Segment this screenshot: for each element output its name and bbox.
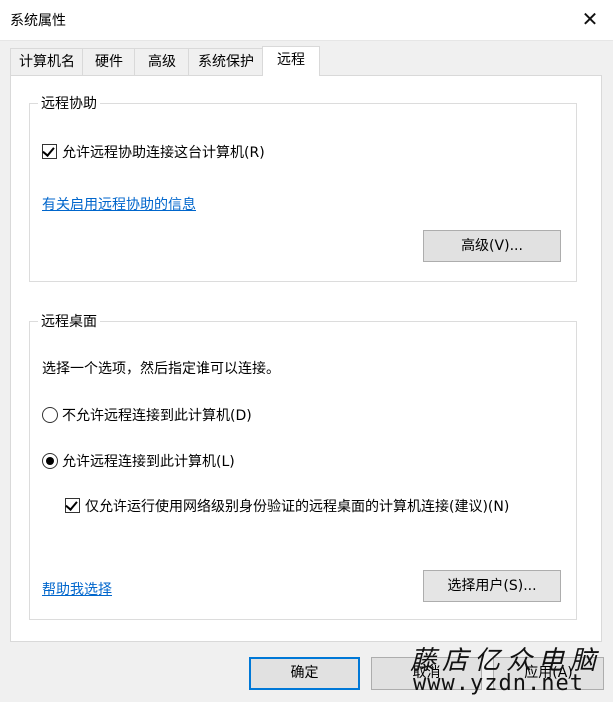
allow-remote-assistance-label[interactable]: 允许远程协助连接这台计算机(R) [62,142,265,162]
tab-label: 远程 [277,52,305,68]
allow-remote-label[interactable]: 允许远程连接到此计算机(L) [62,451,235,471]
nla-only-label[interactable]: 仅允许运行使用网络级别身份验证的远程桌面的计算机连接(建议)(N) [85,496,509,516]
tab-remote[interactable]: 远程 [262,46,320,76]
window-title: 系统属性 [10,13,66,29]
close-icon: ✕ [581,7,599,31]
nla-only-checkbox[interactable] [65,498,80,513]
tab-computer-name[interactable]: 计算机名 [10,48,84,75]
title-bar: 系统属性 ✕ [0,0,613,41]
cancel-button-label: 取消 [412,665,441,681]
tab-hardware[interactable]: 硬件 [82,48,136,75]
tab-label: 硬件 [95,54,123,70]
remote-assistance-title: 远程协助 [38,93,100,113]
check-icon [42,144,55,157]
close-button[interactable]: ✕ [567,0,613,38]
remote-assistance-group: 远程协助 允许远程协助连接这台计算机(R) 有关启用远程协助的信息 高级(V).… [29,93,577,282]
remote-desktop-group: 远程桌面 选择一个选项，然后指定谁可以连接。 不允许远程连接到此计算机(D) 允… [29,311,577,620]
tab-system-protection[interactable]: 系统保护 [188,48,264,75]
tab-panel-remote: 远程协助 允许远程协助连接这台计算机(R) 有关启用远程协助的信息 高级(V).… [10,75,602,642]
cancel-button[interactable]: 取消 [371,657,482,690]
tab-advanced[interactable]: 高级 [134,48,190,75]
tab-label: 高级 [148,54,176,70]
ok-button[interactable]: 确定 [249,657,360,690]
apply-button[interactable]: 应用(A) [493,657,604,690]
tab-label: 计算机名 [19,54,75,70]
disallow-remote-label[interactable]: 不允许远程连接到此计算机(D) [62,405,252,425]
disallow-remote-radio[interactable] [42,407,58,423]
select-users-button-label: 选择用户(S)... [447,578,537,594]
advanced-button[interactable]: 高级(V)... [423,230,561,262]
remote-assistance-info-link[interactable]: 有关启用远程协助的信息 [42,194,196,214]
remote-desktop-instruction: 选择一个选项，然后指定谁可以连接。 [42,361,280,377]
remote-desktop-title: 远程桌面 [38,311,100,331]
apply-button-label: 应用(A) [524,665,573,681]
ok-button-label: 确定 [290,665,319,681]
tab-label: 系统保护 [198,54,254,70]
advanced-button-label: 高级(V)... [461,238,523,254]
check-icon [65,498,78,511]
radio-selected-dot [46,457,54,465]
help-me-choose-link[interactable]: 帮助我选择 [42,579,112,599]
select-users-button[interactable]: 选择用户(S)... [423,570,561,602]
allow-remote-radio[interactable] [42,453,58,469]
allow-remote-assistance-checkbox[interactable] [42,144,57,159]
